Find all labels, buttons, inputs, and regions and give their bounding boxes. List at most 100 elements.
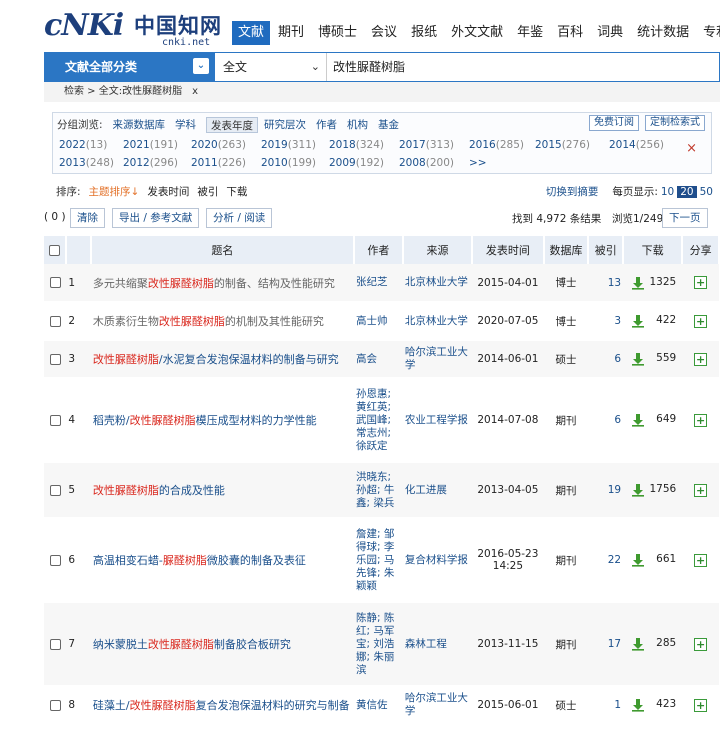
col-share[interactable]: 分享: [682, 236, 720, 264]
result-source[interactable]: 森林工程: [402, 602, 473, 687]
result-authors[interactable]: 张纪芝: [353, 264, 403, 303]
year-filter-link[interactable]: >>: [469, 157, 487, 169]
share-add-icon[interactable]: +: [694, 483, 708, 497]
share-add-icon[interactable]: +: [694, 698, 708, 712]
result-source[interactable]: 哈尔滨工业大学: [402, 340, 473, 379]
download-icon[interactable]: [631, 553, 645, 567]
close-icon[interactable]: ×: [686, 141, 697, 156]
result-title-link[interactable]: 木质素衍生物改性脲醛树脂的机制及其性能研究: [93, 315, 324, 328]
result-authors[interactable]: 洪晓东; 孙超; 牛鑫; 梁兵: [353, 462, 403, 519]
year-filter-link[interactable]: 2008(200): [399, 157, 454, 169]
row-checkbox[interactable]: [49, 554, 61, 566]
share-add-icon[interactable]: +: [694, 413, 708, 427]
nav-item[interactable]: 专利: [697, 21, 720, 45]
result-cite-count[interactable]: 3: [588, 302, 624, 341]
download-icon[interactable]: [631, 637, 645, 651]
result-cite-count[interactable]: 22: [588, 518, 624, 603]
result-cite-count[interactable]: 13: [588, 264, 624, 303]
nav-item[interactable]: 年鉴: [511, 21, 549, 45]
year-filter-link[interactable]: 2022(13): [59, 139, 107, 151]
col-title[interactable]: 题名: [90, 236, 355, 264]
breadcrumb-close-button[interactable]: x: [192, 86, 198, 97]
group-tab[interactable]: 研究层次: [264, 117, 306, 133]
result-cite-count[interactable]: 17: [588, 602, 624, 687]
download-icon[interactable]: [631, 314, 645, 328]
year-filter-link[interactable]: 2009(192): [329, 157, 384, 169]
cnki-logo[interactable]: cNKi 中国知网 cnki.net: [44, 8, 224, 48]
result-source[interactable]: 农业工程学报: [402, 378, 473, 463]
result-title-link[interactable]: 硅藻土/改性脲醛树脂复合发泡保温材料的研究与制备: [93, 699, 350, 712]
field-select[interactable]: 全文 ⌄: [217, 53, 327, 81]
result-authors[interactable]: 高会: [353, 340, 403, 379]
nav-item[interactable]: 报纸: [405, 21, 443, 45]
year-filter-link[interactable]: 2021(191): [123, 139, 178, 151]
year-filter-link[interactable]: 2014(256): [609, 139, 664, 151]
result-title-link[interactable]: 多元共缩聚改性脲醛树脂的制备、结构及性能研究: [93, 277, 335, 290]
year-filter-link[interactable]: 2015(276): [535, 139, 590, 151]
row-checkbox[interactable]: [49, 353, 61, 365]
result-cite-count[interactable]: 1: [588, 686, 624, 725]
group-tab[interactable]: 作者: [316, 117, 337, 133]
year-filter-link[interactable]: 2012(296): [123, 157, 178, 169]
share-add-icon[interactable]: +: [694, 352, 708, 366]
analyze-button[interactable]: 分析 / 阅读: [206, 208, 273, 228]
switch-abstract-link[interactable]: 切换到摘要: [546, 186, 599, 198]
subscribe-button[interactable]: 免费订阅: [589, 115, 639, 131]
download-icon[interactable]: [631, 483, 645, 497]
col-source[interactable]: 来源: [402, 236, 474, 264]
group-tab[interactable]: 机构: [347, 117, 368, 133]
sort-option[interactable]: 被引: [197, 186, 218, 198]
result-cite-count[interactable]: 19: [588, 462, 624, 519]
nav-item[interactable]: 文献: [232, 21, 271, 45]
select-all-header[interactable]: [44, 236, 68, 264]
download-icon[interactable]: [631, 352, 645, 366]
nav-item[interactable]: 会议: [365, 21, 403, 45]
group-tab[interactable]: 基金: [378, 117, 399, 133]
per-page-option[interactable]: 50: [697, 186, 716, 198]
sort-option[interactable]: 主题排序↓: [89, 186, 140, 198]
search-input[interactable]: 改性脲醛树脂: [331, 53, 711, 81]
result-source[interactable]: 哈尔滨工业大学: [402, 686, 473, 725]
year-filter-link[interactable]: 2013(248): [59, 157, 114, 169]
col-cite[interactable]: 被引: [588, 236, 625, 264]
result-source[interactable]: 化工进展: [402, 462, 473, 519]
year-filter-link[interactable]: 2017(313): [399, 139, 454, 151]
sort-option[interactable]: 发表时间: [147, 186, 189, 198]
per-page-option[interactable]: 20: [677, 186, 697, 198]
group-tab[interactable]: 来源数据库: [113, 117, 166, 133]
nav-item[interactable]: 百科: [551, 21, 589, 45]
nav-item[interactable]: 统计数据: [631, 21, 695, 45]
share-add-icon[interactable]: +: [694, 314, 708, 328]
result-title-link[interactable]: 稻壳粉/改性脲醛树脂模压成型材料的力学性能: [93, 414, 317, 427]
result-authors[interactable]: 孙恩惠; 黄红英; 武国峰; 常志州; 徐跃定: [353, 378, 403, 463]
custom-query-button[interactable]: 定制检索式: [645, 115, 705, 131]
year-filter-link[interactable]: 2010(199): [261, 157, 316, 169]
export-button[interactable]: 导出 / 参考文献: [112, 208, 200, 228]
col-database[interactable]: 数据库: [543, 236, 590, 264]
nav-item[interactable]: 博硕士: [312, 21, 363, 45]
year-filter-link[interactable]: 2019(311): [261, 139, 316, 151]
nav-item[interactable]: 词典: [591, 21, 629, 45]
group-tab[interactable]: 发表年度: [206, 117, 259, 133]
nav-item[interactable]: 期刊: [272, 21, 310, 45]
result-authors[interactable]: 詹建; 邹得球; 李乐园; 马先锋; 朱颖颖: [353, 518, 403, 603]
row-checkbox[interactable]: [49, 699, 61, 711]
row-checkbox[interactable]: [49, 414, 61, 426]
result-authors[interactable]: 黄信佐: [353, 686, 403, 725]
row-checkbox[interactable]: [49, 484, 61, 496]
year-filter-link[interactable]: 2011(226): [191, 157, 246, 169]
result-source[interactable]: 复合材料学报: [402, 518, 473, 603]
result-cite-count[interactable]: 6: [588, 378, 624, 463]
group-tab[interactable]: 学科: [175, 117, 196, 133]
result-authors[interactable]: 高士帅: [353, 302, 403, 341]
download-icon[interactable]: [631, 413, 645, 427]
year-filter-link[interactable]: 2020(263): [191, 139, 246, 151]
result-title-link[interactable]: 改性脲醛树脂的合成及性能: [93, 484, 225, 497]
download-icon[interactable]: [631, 698, 645, 712]
result-authors[interactable]: 陈静; 陈红; 马军宝; 刘浩娜; 朱丽滨: [353, 602, 403, 687]
per-page-option[interactable]: 10: [658, 186, 677, 198]
result-title-link[interactable]: 纳米蒙脱土改性脲醛树脂制备胶合板研究: [93, 638, 291, 651]
share-add-icon[interactable]: +: [694, 637, 708, 651]
col-download[interactable]: 下载: [623, 236, 684, 264]
row-checkbox[interactable]: [49, 277, 61, 288]
